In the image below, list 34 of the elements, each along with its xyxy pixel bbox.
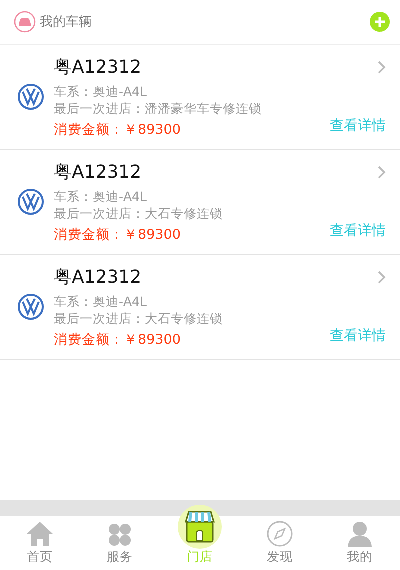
- car-logo-icon: [18, 189, 44, 215]
- tab[interactable]: 服务: [80, 500, 160, 570]
- tab[interactable]: 首页: [0, 500, 80, 570]
- header-title: 我的车辆: [40, 14, 93, 31]
- plate-number: 粤A12312: [54, 266, 142, 289]
- compass-icon: [267, 521, 293, 547]
- chevron-icon: [378, 271, 386, 284]
- car-card[interactable]: 粤A12312 车系：奥迪-A4L 最后一次进店：潘潘豪华车专修连锁 消费金额：￥89300 查看详情: [0, 45, 400, 150]
- last-store: 最后一次进店：大石专修连锁: [54, 205, 223, 222]
- person-icon: [347, 521, 373, 547]
- car-series: 车系：奥迪-A4L: [54, 293, 147, 310]
- detail-link[interactable]: 查看详情: [330, 327, 386, 345]
- car-card[interactable]: 粤A12312 车系：奥迪-A4L 最后一次进店：大石专修连锁 消费金额：￥89300 查看详情: [0, 255, 400, 360]
- car-series: 车系：奥迪-A4L: [54, 188, 147, 205]
- car-series: 车系：奥迪-A4L: [54, 83, 147, 100]
- four-petal-icon: [108, 523, 132, 547]
- home-icon: [26, 521, 54, 547]
- spend-amount: 消费金额：￥89300: [54, 331, 181, 349]
- last-store: 最后一次进店：大石专修连锁: [54, 310, 223, 327]
- car-logo-icon: [18, 294, 44, 320]
- add-icon[interactable]: [370, 12, 390, 32]
- chevron-icon: [378, 61, 386, 74]
- detail-link[interactable]: 查看详情: [330, 222, 386, 240]
- spend-amount: 消费金额：￥89300: [54, 121, 181, 139]
- plate-number: 粤A12312: [54, 56, 142, 79]
- spend-amount: 消费金额：￥89300: [54, 226, 181, 244]
- detail-link[interactable]: 查看详情: [330, 117, 386, 135]
- tab[interactable]: 我的: [320, 500, 400, 570]
- plate-number: 粤A12312: [54, 161, 142, 184]
- last-store: 最后一次进店：潘潘豪华车专修连锁: [54, 100, 262, 117]
- chevron-icon: [378, 166, 386, 179]
- car-logo-icon: [18, 84, 44, 110]
- car-card[interactable]: 粤A12312 车系：奥迪-A4L 最后一次进店：大石专修连锁 消费金额：￥89300 查看详情: [0, 150, 400, 255]
- tab[interactable]: 发现: [240, 500, 320, 570]
